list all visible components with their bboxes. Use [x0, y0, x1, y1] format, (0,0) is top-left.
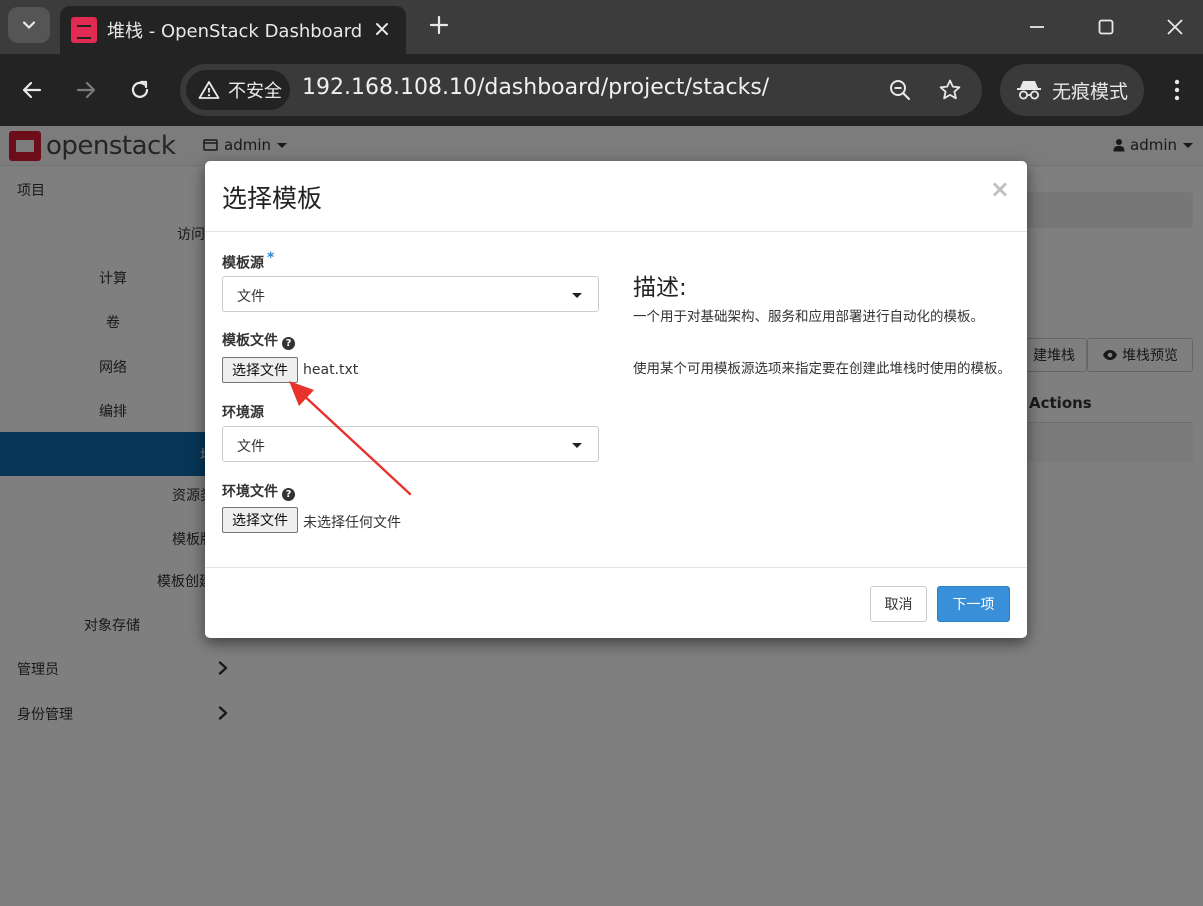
warning-icon — [198, 81, 220, 99]
caret-down-icon — [572, 293, 582, 298]
zoom-button[interactable] — [886, 76, 914, 104]
back-button[interactable] — [16, 74, 48, 106]
env-source-label: 环境源 — [222, 405, 264, 421]
template-file-name: heat.txt — [303, 362, 359, 378]
openstack-favicon-icon — [71, 17, 97, 43]
arrow-right-icon — [76, 81, 96, 99]
template-file-label-text: 模板文件 — [222, 333, 278, 349]
forward-button[interactable] — [70, 74, 102, 106]
description-title: 描述: — [633, 275, 687, 301]
template-source-select[interactable]: 文件 — [222, 276, 599, 312]
modal-title: 选择模板 — [222, 184, 323, 213]
reload-icon — [131, 80, 149, 98]
more-vertical-icon — [1174, 79, 1180, 101]
select-template-modal: 选择模板 × 模板源 * 文件 模板文件? 选择文件 heat.txt 环境源 文… — [205, 161, 1027, 638]
arrow-left-icon — [22, 81, 42, 99]
question-circle-icon[interactable]: ? — [282, 337, 295, 350]
tab-close-icon[interactable] — [370, 17, 394, 41]
maximize-window-button[interactable] — [1091, 12, 1121, 42]
incognito-indicator[interactable]: 无痕模式 — [1000, 64, 1144, 116]
caret-down-icon — [572, 443, 582, 448]
minimize-window-button[interactable] — [1022, 12, 1052, 42]
tab-title: 堆栈 - OpenStack Dashboard — [107, 21, 363, 42]
security-indicator[interactable]: 不安全 — [186, 70, 290, 110]
env-file-name: 未选择任何文件 — [303, 515, 401, 531]
security-label: 不安全 — [228, 81, 282, 102]
modal-footer: 取消 下一项 — [205, 567, 1027, 638]
template-file-choose-button[interactable]: 选择文件 — [222, 357, 298, 383]
env-source-select[interactable]: 文件 — [222, 426, 599, 462]
chevron-down-icon — [22, 21, 36, 29]
cancel-button[interactable]: 取消 — [870, 586, 927, 622]
template-file-label: 模板文件? — [222, 330, 295, 350]
browser-tab-bar: 堆栈 - OpenStack Dashboard — [0, 0, 1203, 54]
env-file-choose-button[interactable]: 选择文件 — [222, 507, 298, 533]
minimize-icon — [1030, 26, 1044, 28]
modal-close-button[interactable]: × — [990, 175, 1010, 203]
template-source-value: 文件 — [237, 289, 265, 305]
modal-body: 模板源 * 文件 模板文件? 选择文件 heat.txt 环境源 文件 环境文件?… — [205, 232, 1027, 567]
new-tab-button[interactable] — [424, 10, 454, 40]
env-file-label-text: 环境文件 — [222, 484, 278, 500]
close-icon — [1167, 19, 1183, 35]
description-text-2: 使用某个可用模板源选项来指定要在创建此堆栈时使用的模板。 — [633, 361, 1011, 377]
browser-tab-active[interactable]: 堆栈 - OpenStack Dashboard — [60, 6, 406, 54]
incognito-label: 无痕模式 — [1052, 80, 1129, 103]
browser-menu-button[interactable] — [1162, 74, 1192, 106]
close-window-button[interactable] — [1160, 12, 1190, 42]
template-source-label: 模板源 * — [222, 250, 274, 273]
required-marker: * — [267, 250, 275, 266]
star-icon — [939, 79, 961, 100]
incognito-icon — [1017, 81, 1041, 100]
template-source-label-text: 模板源 — [222, 255, 264, 272]
env-file-label: 环境文件? — [222, 481, 295, 501]
maximize-icon — [1098, 19, 1114, 35]
bookmark-button[interactable] — [936, 76, 964, 104]
url-text[interactable]: 192.168.108.10/dashboard/project/stacks/ — [302, 75, 769, 100]
description-text-1: 一个用于对基础架构、服务和应用部署进行自动化的模板。 — [633, 309, 984, 325]
question-circle-icon[interactable]: ? — [282, 488, 295, 501]
zoom-out-icon — [890, 80, 911, 101]
modal-header: 选择模板 × — [205, 161, 1027, 232]
address-bar[interactable]: 不安全 192.168.108.10/dashboard/project/sta… — [180, 64, 982, 116]
plus-icon — [429, 15, 449, 35]
next-button[interactable]: 下一项 — [937, 586, 1010, 622]
env-source-value: 文件 — [237, 439, 265, 455]
tab-search-button[interactable] — [8, 7, 50, 43]
reload-button[interactable] — [124, 74, 156, 106]
browser-toolbar: 不安全 192.168.108.10/dashboard/project/sta… — [0, 54, 1203, 126]
